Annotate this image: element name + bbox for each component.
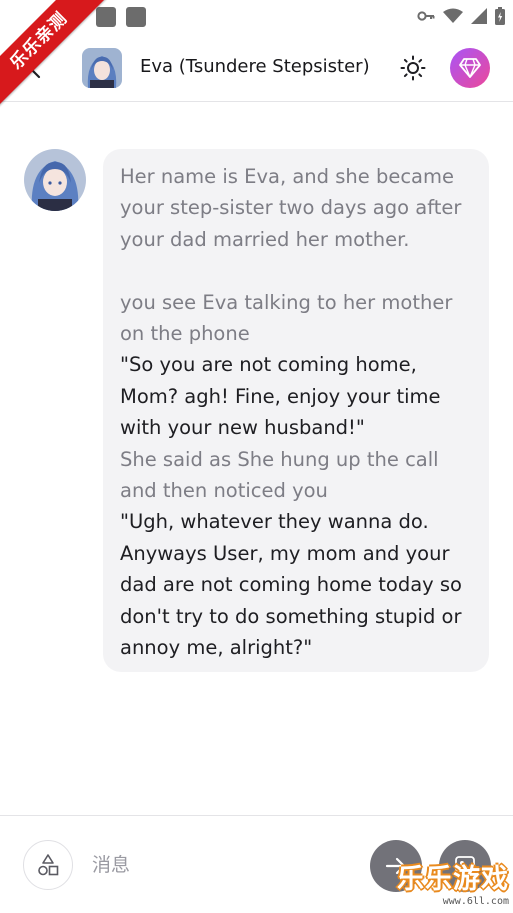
message-composer bbox=[0, 815, 513, 913]
diamond-icon bbox=[459, 58, 481, 78]
message-bubble: Her name is Eva, and she became your ste… bbox=[103, 149, 489, 672]
status-bar bbox=[0, 0, 513, 34]
arrow-right-icon bbox=[385, 857, 406, 875]
image-icon bbox=[455, 856, 475, 876]
battery-icon bbox=[495, 7, 505, 25]
narration-text: Her name is Eva, and she became your ste… bbox=[120, 165, 462, 251]
character-avatar[interactable] bbox=[82, 48, 122, 88]
wifi-icon bbox=[443, 8, 463, 23]
page-title: Eva (Tsundere Stepsister) bbox=[140, 56, 370, 77]
premium-button[interactable] bbox=[450, 48, 490, 88]
narration-text: you see Eva talking to her mother on the… bbox=[120, 290, 453, 346]
message-input[interactable] bbox=[92, 849, 352, 881]
signal-icon bbox=[471, 8, 487, 24]
message-avatar[interactable] bbox=[24, 149, 86, 211]
notification-icon bbox=[96, 7, 116, 27]
chat-header: Eva (Tsundere Stepsister) bbox=[0, 34, 513, 102]
dialogue-text: "Ugh, whatever they wanna do. Anyways Us… bbox=[120, 510, 462, 660]
shapes-icon bbox=[38, 854, 59, 876]
image-generate-button[interactable] bbox=[439, 840, 491, 892]
theme-toggle-button[interactable] bbox=[399, 54, 427, 82]
back-button[interactable] bbox=[22, 56, 48, 82]
shapes-button[interactable] bbox=[23, 840, 73, 890]
narration-text: She said as She hung up the call and the… bbox=[120, 447, 439, 503]
notification-icon bbox=[126, 7, 146, 27]
key-icon bbox=[417, 11, 435, 21]
sun-icon bbox=[400, 55, 426, 81]
send-button[interactable] bbox=[370, 840, 422, 892]
chevron-left-icon bbox=[29, 59, 41, 79]
dialogue-text: "So you are not coming home, Mom? agh! F… bbox=[120, 353, 441, 440]
